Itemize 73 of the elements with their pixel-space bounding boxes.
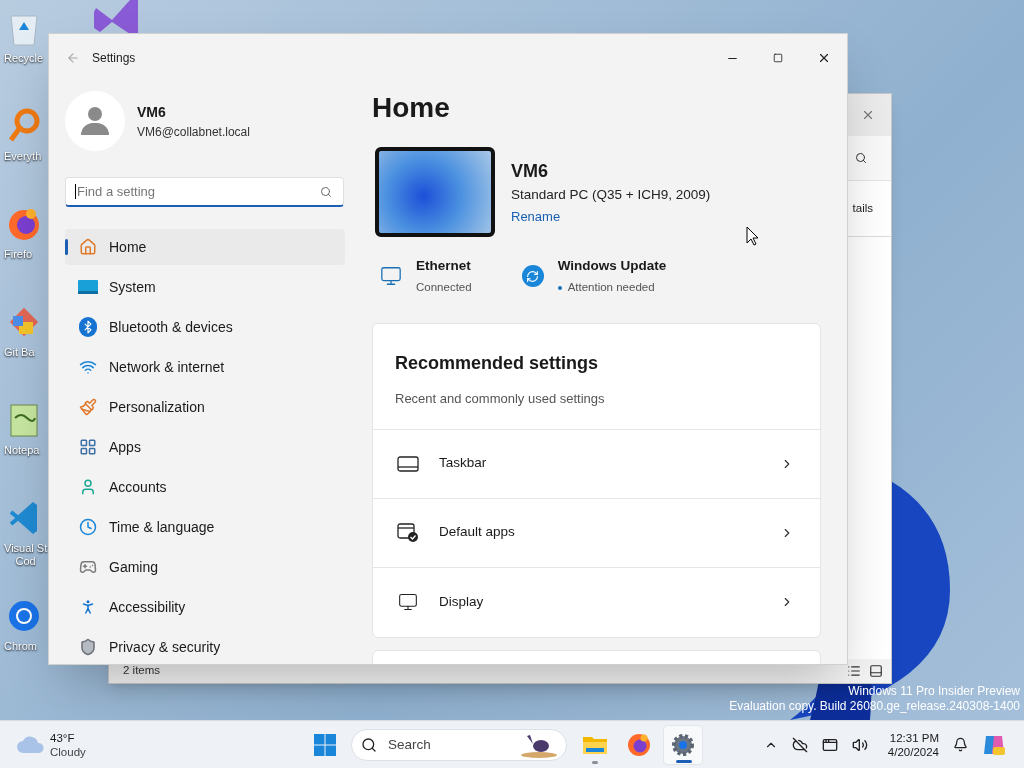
close-icon[interactable] [817, 51, 831, 65]
gear-icon [671, 732, 695, 757]
monitor-icon [397, 592, 419, 612]
device-name: VM6 [511, 159, 549, 183]
cloud-icon [16, 735, 44, 754]
copilot-icon[interactable] [982, 733, 1006, 756]
bluetooth-icon [79, 317, 97, 337]
wifi-icon [79, 358, 97, 376]
search-icon [361, 736, 377, 753]
search-icon [320, 186, 332, 198]
start-button-icon[interactable] [313, 732, 337, 757]
app-icon [92, 0, 140, 34]
clock-button[interactable]: 12:31 PM 4/20/2024 [887, 730, 939, 759]
recommended-setting-row[interactable]: Taskbar [373, 429, 820, 499]
taskbar-icon [397, 455, 419, 472]
rename-link[interactable]: Rename [511, 206, 711, 227]
person-icon [79, 478, 97, 496]
shield-icon [79, 638, 97, 656]
browser-icon [7, 598, 41, 634]
recommended-setting-row[interactable]: Display [373, 567, 820, 637]
nav-item[interactable]: Gaming [65, 549, 345, 585]
nav-item[interactable]: Bluetooth & devices [65, 309, 345, 345]
ethernet-icon [380, 265, 402, 288]
nav-item[interactable]: Accessibility [65, 589, 345, 625]
search-icon[interactable] [855, 152, 867, 164]
nav-item[interactable]: Apps [65, 429, 345, 465]
recommended-setting-row[interactable]: Default apps [373, 498, 820, 568]
page-title: Home [372, 91, 451, 125]
settings-search-field[interactable]: Find a setting [65, 177, 344, 207]
mouse-cursor-icon [746, 226, 758, 246]
firefox-icon [627, 732, 651, 757]
card-title: Recommended settings [395, 351, 600, 375]
taskbar-search-field[interactable]: Search [351, 728, 567, 761]
nav-item[interactable]: System [65, 269, 345, 305]
status-title: Windows Update [557, 257, 667, 275]
weather-condition[interactable]: Cloudy [50, 744, 86, 759]
app-check-icon [397, 522, 419, 543]
brush-icon [79, 398, 97, 416]
clock-icon [79, 518, 97, 536]
nav-item[interactable]: Home [65, 229, 345, 265]
nav-item[interactable]: Network & internet [65, 349, 345, 385]
user-email: VM6@collabnet.local [137, 123, 250, 141]
refresh-icon [521, 265, 544, 288]
weather-temperature[interactable]: 43°F [50, 730, 86, 745]
notepad-icon [7, 402, 41, 438]
monitor-icon [78, 280, 98, 294]
bell-icon[interactable] [953, 737, 968, 752]
gamepad-icon [79, 558, 97, 576]
status-detail: Connected [416, 280, 472, 296]
cloud-off-icon[interactable] [791, 736, 808, 753]
network-icon[interactable] [821, 736, 838, 753]
apps-icon [79, 438, 97, 456]
nav-item[interactable]: Privacy & security [65, 629, 345, 664]
window-title: Settings [92, 50, 136, 67]
home-icon [79, 238, 97, 256]
tiles-view-icon[interactable] [869, 664, 883, 678]
text-caret [75, 184, 76, 199]
taskbar-app-button[interactable] [663, 724, 703, 765]
speaker-icon[interactable] [851, 736, 868, 753]
maximize-icon[interactable] [773, 53, 783, 63]
user-name: VM6 [137, 102, 167, 122]
nav-item[interactable]: Accounts [65, 469, 345, 505]
device-model: Standard PC (Q35 + ICH9, 2009) [511, 185, 711, 204]
card-subtitle: Recent and commonly used settings [395, 389, 606, 408]
firefox-icon [7, 206, 41, 242]
magnifier-icon [7, 108, 41, 144]
status-title: Ethernet [416, 257, 472, 275]
details-tab-fragment[interactable]: tails [852, 199, 873, 218]
status-text: 2 items [123, 663, 161, 679]
nav-item[interactable]: Personalization [65, 389, 345, 425]
nav-item[interactable]: Time & language [65, 509, 345, 545]
status-detail: Attention needed [567, 280, 655, 296]
details-view-icon[interactable] [847, 664, 861, 678]
